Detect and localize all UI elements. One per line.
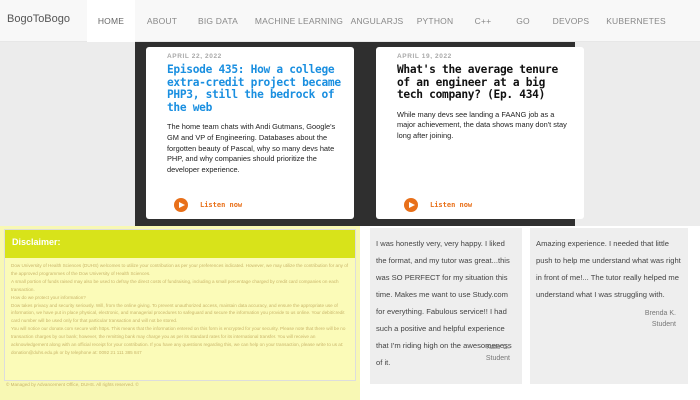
nav-item-machine-learning[interactable]: MACHINE LEARNING	[252, 0, 346, 42]
author-role: Student	[651, 321, 676, 328]
nav-item-go[interactable]: GO	[508, 0, 538, 42]
disclaimer-paragraph: A small portion of funds raised may also…	[11, 278, 339, 292]
nav-item-devops[interactable]: DEVOPS	[548, 0, 594, 42]
play-icon[interactable]	[174, 198, 188, 212]
disclaimer-heading: Disclaimer:	[5, 230, 355, 258]
author-name: Kate G.	[486, 344, 510, 351]
author-role: Student	[485, 355, 510, 362]
brand-logo[interactable]: BogoToBogo	[7, 13, 70, 25]
podcast-card[interactable]: APRIL 19, 2022 What's the average tenure…	[376, 47, 584, 219]
nav-item-big-data[interactable]: BIG DATA	[190, 0, 246, 42]
testimonial-card: Amazing experience. I needed that little…	[530, 228, 688, 384]
listen-now-label[interactable]: Listen now	[200, 201, 242, 209]
disclaimer-paragraph: Dow takes privacy and security seriously…	[11, 302, 345, 324]
disclaimer-footer: © Managed by Advancement Office, DUHS. A…	[6, 382, 139, 387]
top-navbar: BogoToBogo HOME ABOUT BIG DATA MACHINE L…	[0, 0, 700, 42]
testimonial-author: Brenda K. Student	[645, 308, 676, 330]
listen-now-link[interactable]: Listen now	[174, 198, 242, 212]
disclaimer-box: Disclaimer: Dow University of Health Sci…	[4, 229, 356, 381]
disclaimer-body: Dow University of Health Sciences (DUHS)…	[5, 258, 355, 357]
card-body: The home team chats with Andi Gutmans, G…	[167, 122, 336, 174]
disclaimer-paragraph: How do we protect your information?	[11, 294, 86, 300]
play-icon[interactable]	[404, 198, 418, 212]
listen-now-link[interactable]: Listen now	[404, 198, 472, 212]
nav-item-about[interactable]: ABOUT	[140, 0, 184, 42]
nav-item-python[interactable]: PYTHON	[410, 0, 460, 42]
disclaimer-paragraph: You will notice our donate.com secure wi…	[11, 326, 346, 355]
testimonial-card: I was honestly very, very happy. I liked…	[370, 228, 522, 384]
author-name: Brenda K.	[644, 310, 676, 317]
card-title[interactable]: What's the average tenure of an engineer…	[397, 63, 574, 102]
nav-item-home[interactable]: HOME	[87, 0, 135, 42]
card-title[interactable]: Episode 435: How a college extra-credit …	[167, 63, 344, 114]
testimonial-quote: Amazing experience. I needed that little…	[536, 239, 681, 299]
listen-now-label[interactable]: Listen now	[430, 201, 472, 209]
nav-item-kubernetes[interactable]: KUBERNETES	[604, 0, 668, 42]
card-date: APRIL 22, 2022	[167, 53, 222, 60]
card-date: APRIL 19, 2022	[397, 53, 452, 60]
disclaimer-paragraph: Dow University of Health Sciences (DUHS)…	[11, 263, 349, 276]
card-body: While many devs see landing a FAANG job …	[397, 109, 567, 140]
testimonial-author: Kate G. Student	[486, 342, 510, 364]
nav-item-angularjs[interactable]: ANGULARJS	[346, 0, 408, 42]
nav-item-cpp[interactable]: C++	[468, 0, 498, 42]
podcast-card[interactable]: APRIL 22, 2022 Episode 435: How a colleg…	[146, 47, 354, 219]
